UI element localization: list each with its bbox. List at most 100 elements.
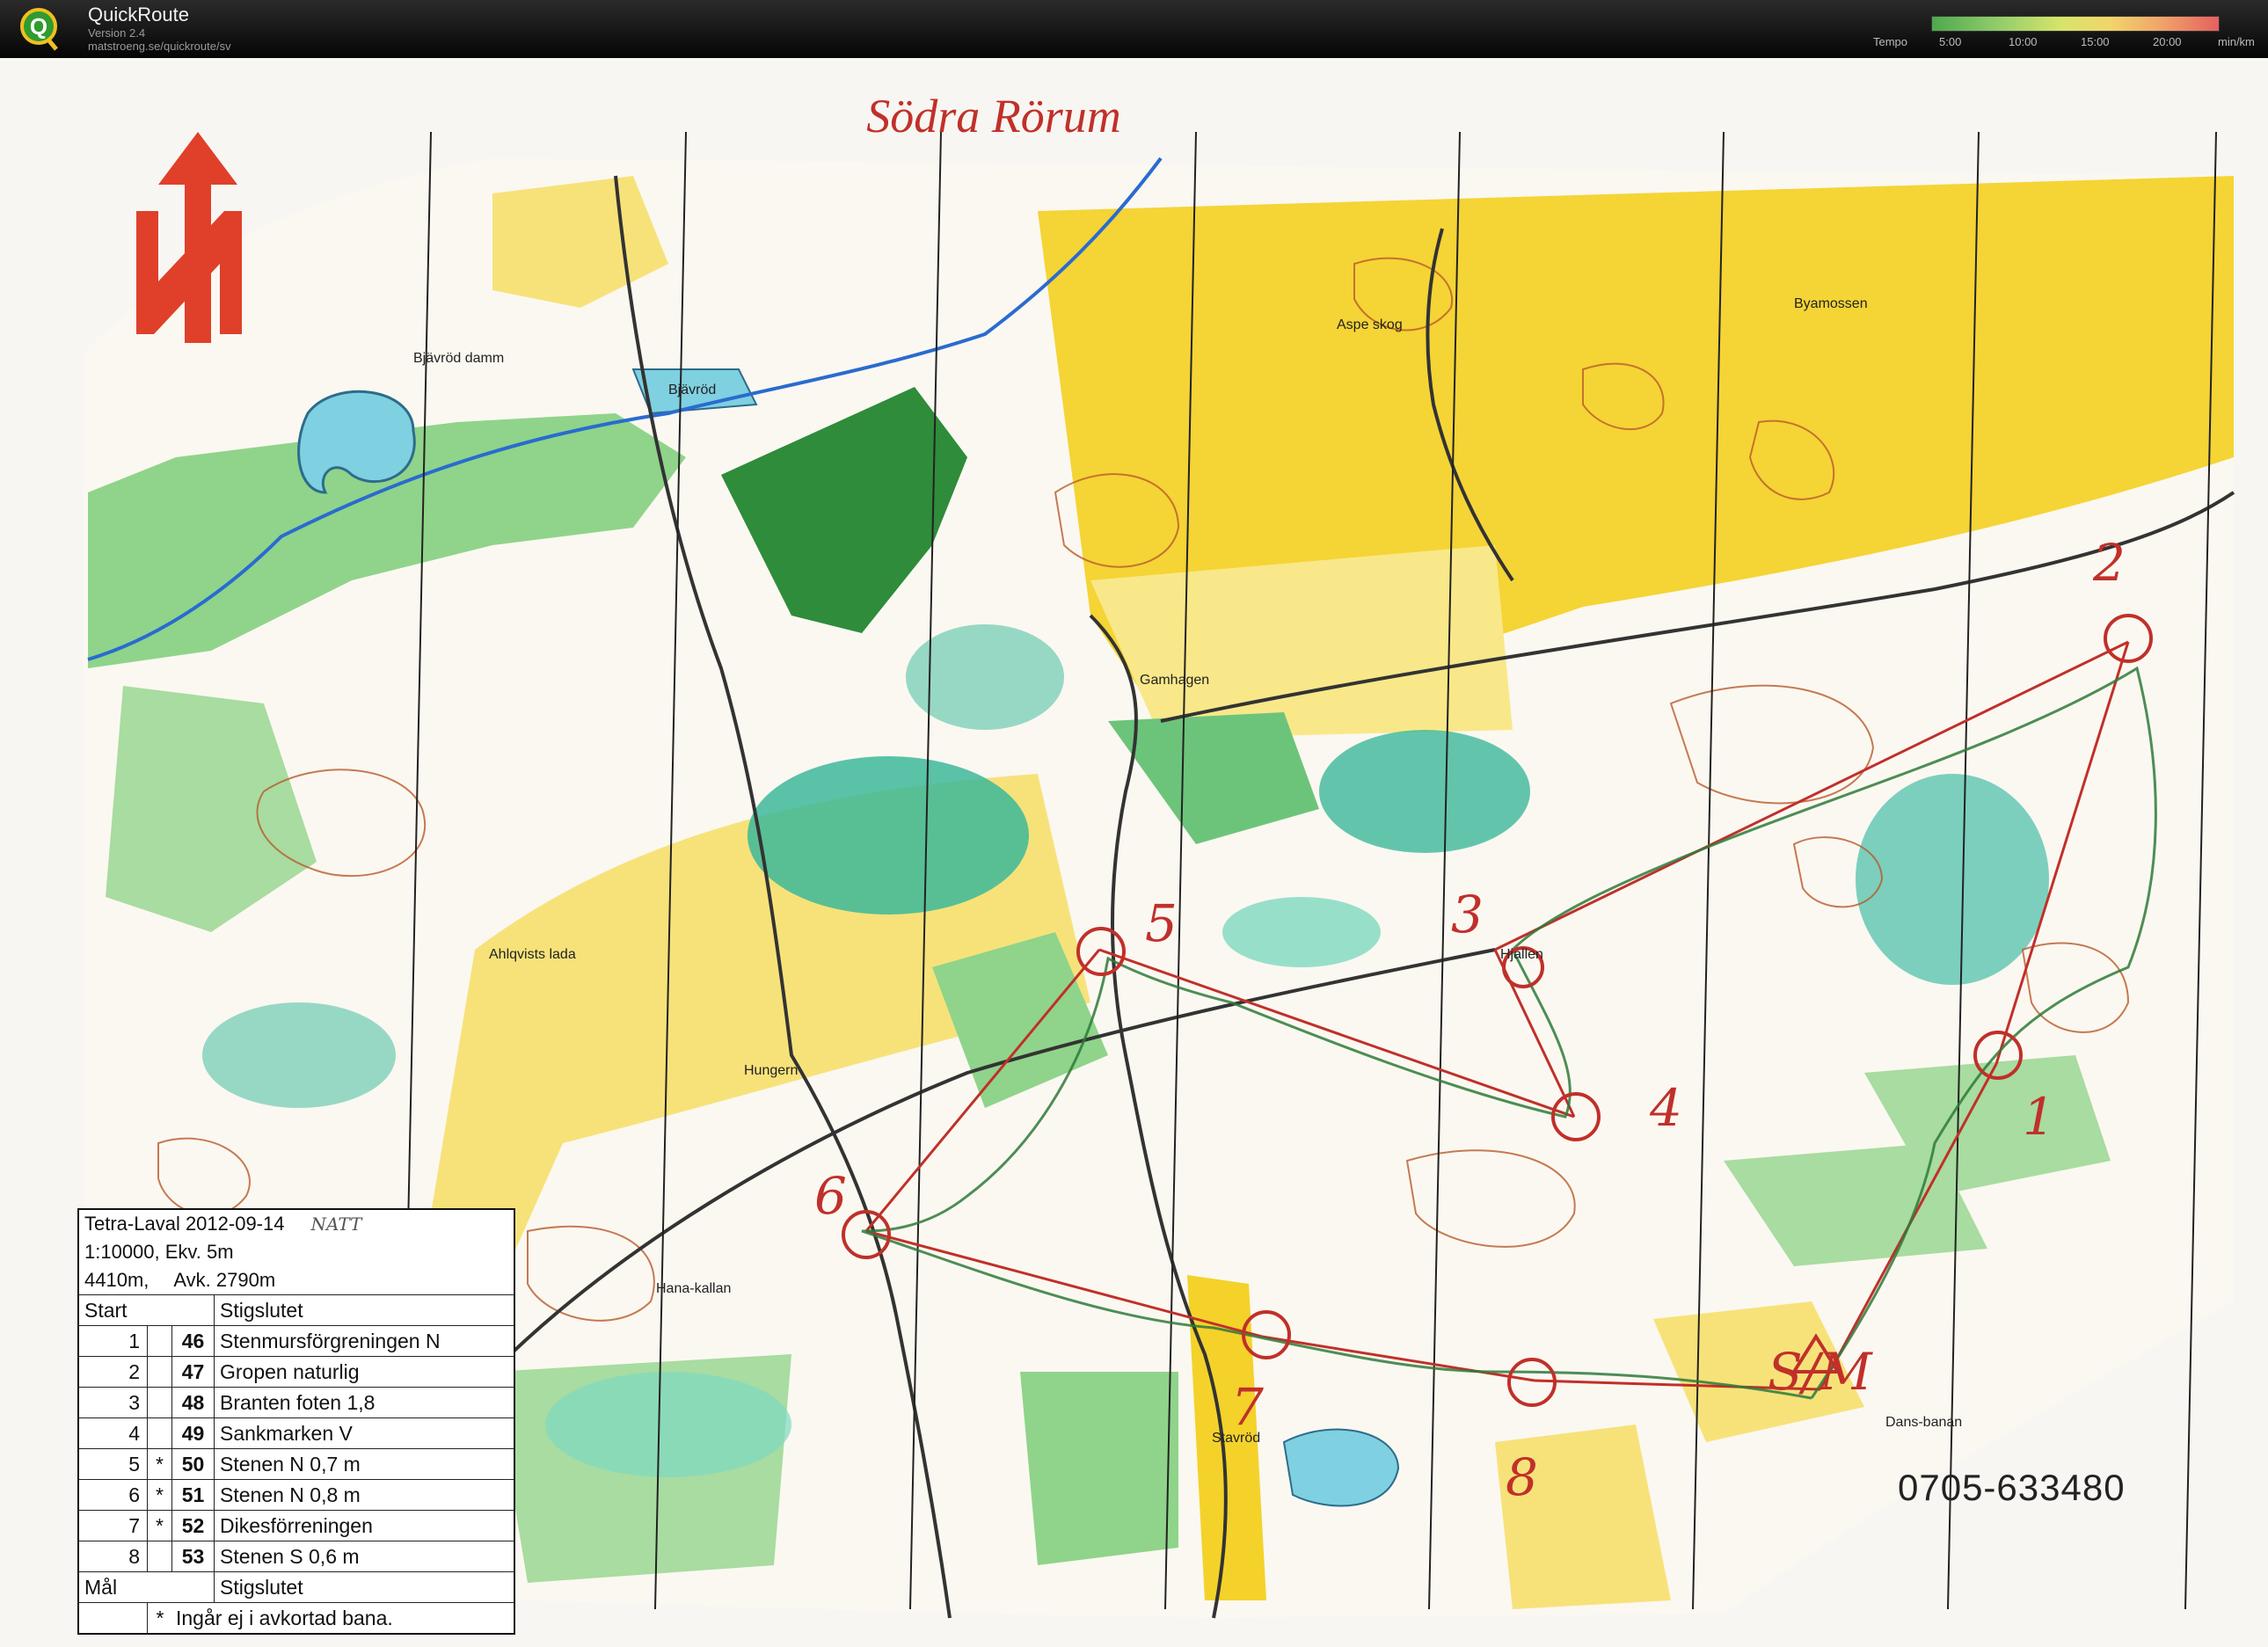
tempo-tick: 20:00 — [2153, 35, 2182, 48]
card-finish-row: Mål Stigslutet — [79, 1571, 514, 1602]
card-note: NATT — [310, 1213, 362, 1235]
card-length-row: 4410m, Avk. 2790m — [79, 1266, 514, 1294]
place-name: Dans-banan — [1885, 1415, 1962, 1430]
tempo-unit: min/km — [2218, 35, 2255, 48]
card-control-rows: 1 46 Stenmursförgreningen N 2 47 Gropen natur… — [79, 1325, 514, 1571]
control-description: Gropen naturlig — [220, 1359, 360, 1383]
phone-number: 0705-633480 — [1898, 1467, 2126, 1508]
hand-number-8: 8 — [1506, 1447, 1538, 1507]
control-number: 8 — [79, 1541, 148, 1571]
card-climb: Avk. 2790m — [173, 1269, 276, 1291]
hand-number-4: 4 — [1649, 1078, 1682, 1138]
control-number: 3 — [79, 1388, 148, 1417]
card-footnote-row: * Ingår ej i avkortad bana. — [79, 1602, 514, 1633]
place-name: Gamhagen — [1140, 673, 1209, 688]
svg-text:Q: Q — [30, 13, 47, 40]
card-event: Tetra-Laval 2012-09-14 — [84, 1213, 285, 1235]
control-code: 46 — [172, 1326, 215, 1356]
control-star — [148, 1418, 172, 1448]
place-name: Byamossen — [1794, 296, 1868, 311]
card-control-row: 1 46 Stenmursförgreningen N — [79, 1325, 514, 1356]
control-code: 52 — [172, 1511, 215, 1541]
app-name: QuickRoute — [88, 4, 189, 26]
tempo-label: Tempo — [1873, 35, 1908, 48]
card-footnote: Ingår ej i avkortad bana. — [176, 1606, 393, 1629]
control-description: Stenen N 0,7 m — [220, 1452, 361, 1476]
control-code: 47 — [172, 1357, 215, 1387]
hand-number-7: 7 — [1231, 1377, 1264, 1437]
control-number: 5 — [79, 1449, 148, 1479]
card-control-row: 5 * 50 Stenen N 0,7 m — [79, 1448, 514, 1479]
marsh-area — [202, 1002, 396, 1108]
card-footnote-star: * — [156, 1606, 164, 1629]
marsh-area — [1856, 774, 2049, 985]
control-code: 50 — [172, 1449, 215, 1479]
card-start-desc: Stigslutet — [220, 1298, 303, 1322]
control-number: 1 — [79, 1326, 148, 1356]
card-control-row: 3 48 Branten foten 1,8 — [79, 1387, 514, 1417]
forest-green — [1020, 1372, 1178, 1565]
control-code: 53 — [172, 1541, 215, 1571]
pond-stavrod — [1282, 1428, 1400, 1507]
control-code: 48 — [172, 1388, 215, 1417]
hand-number-2: 2 — [2092, 533, 2126, 593]
control-star: * — [148, 1511, 172, 1541]
card-finish-desc: Stigslutet — [220, 1575, 303, 1599]
control-description-card: Tetra-Laval 2012-09-14 NATT 1:10000, Ekv… — [77, 1208, 515, 1635]
map-title: Södra Rörum — [866, 90, 1121, 142]
control-code: 51 — [172, 1480, 215, 1510]
place-name: Hana-kallan — [656, 1281, 731, 1296]
tempo-tick: 10:00 — [2009, 35, 2038, 48]
control-description: Stenen N 0,8 m — [220, 1483, 361, 1506]
app-version: Version 2.4 — [88, 26, 146, 40]
control-number: 6 — [79, 1480, 148, 1510]
card-start-label: Start — [79, 1295, 215, 1325]
card-start-row: Start Stigslutet — [79, 1294, 514, 1325]
card-control-row: 7 * 52 Dikesförreningen — [79, 1510, 514, 1541]
card-control-row: 6 * 51 Stenen N 0,8 m — [79, 1479, 514, 1510]
control-number: 2 — [79, 1357, 148, 1387]
hand-number-5: 5 — [1145, 893, 1178, 953]
marsh-area — [747, 756, 1029, 915]
card-event-row: Tetra-Laval 2012-09-14 NATT — [79, 1210, 514, 1238]
card-control-row: 8 53 Stenen S 0,6 m — [79, 1541, 514, 1571]
card-control-row: 2 47 Gropen naturlig — [79, 1356, 514, 1387]
place-name: Aspe skog — [1337, 317, 1403, 332]
tempo-color-bar — [1931, 16, 2220, 32]
card-finish-label: Mål — [79, 1572, 215, 1602]
card-control-row: 4 49 Sankmarken V — [79, 1417, 514, 1448]
marsh-area — [1222, 897, 1381, 967]
tempo-tick: 15:00 — [2081, 35, 2110, 48]
control-description: Dikesförreningen — [220, 1513, 373, 1537]
hand-number-6: 6 — [814, 1166, 847, 1226]
control-star — [148, 1388, 172, 1417]
control-number: 4 — [79, 1418, 148, 1448]
place-name: Ahlqvists lada — [489, 947, 576, 962]
control-star: * — [148, 1480, 172, 1510]
marsh-area — [545, 1372, 791, 1477]
place-name: Bjävröd damm — [413, 351, 504, 366]
control-description: Stenen S 0,6 m — [220, 1544, 360, 1568]
control-star: * — [148, 1449, 172, 1479]
place-name: Hjallen — [1500, 947, 1543, 962]
quickroute-logo-icon: Q — [20, 8, 58, 51]
card-length: 4410m, — [84, 1269, 149, 1291]
app-titlebar: Q QuickRoute Version 2.4 matstroeng.se/q… — [0, 0, 2268, 59]
control-star — [148, 1357, 172, 1387]
control-star — [148, 1541, 172, 1571]
control-number: 7 — [79, 1511, 148, 1541]
map-area[interactable]: Södra Rörum Bjävröd Bjävröd damm Aspe sk… — [0, 58, 2268, 1647]
marsh-area — [1319, 730, 1530, 853]
control-star — [148, 1326, 172, 1356]
control-description: Sankmarken V — [220, 1421, 353, 1445]
tempo-tick: 5:00 — [1939, 35, 1962, 48]
tempo-legend: Tempo 5:00 10:00 15:00 20:00 min/km — [1873, 12, 2260, 55]
control-description: Stenmursförgreningen N — [220, 1329, 441, 1352]
place-name: Bjävröd — [668, 383, 716, 397]
hand-start-finish: S/M — [1768, 1342, 1873, 1402]
card-scale-row: 1:10000, Ekv. 5m — [79, 1238, 514, 1266]
card-footnote-spacer — [79, 1603, 148, 1633]
hand-number-1: 1 — [2023, 1087, 2055, 1147]
control-description: Branten foten 1,8 — [220, 1390, 376, 1414]
control-code: 49 — [172, 1418, 215, 1448]
